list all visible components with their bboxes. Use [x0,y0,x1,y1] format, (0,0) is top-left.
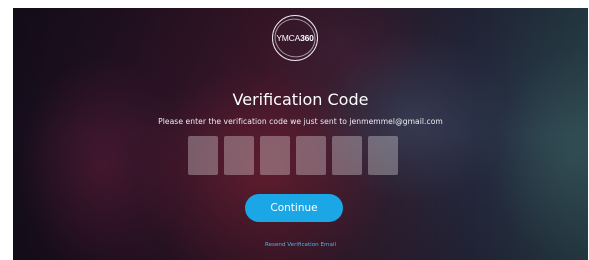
ymca360-logo: YMCA 360 [269,13,321,63]
verification-screen: YMCA 360 Verification Code Please enter t… [13,8,588,260]
code-digit-input-4[interactable] [296,136,326,175]
code-digit-input-3[interactable] [260,136,290,175]
page-title: Verification Code [232,90,369,109]
continue-button[interactable]: Continue [245,194,343,222]
instructions-text: Please enter the verification code we ju… [158,117,443,126]
code-digit-input-6[interactable] [368,136,398,175]
resend-verification-link[interactable]: Resend Verification Email [13,242,588,248]
code-digit-input-2[interactable] [224,136,254,175]
code-input-group [188,136,398,175]
code-digit-input-1[interactable] [188,136,218,175]
code-digit-input-5[interactable] [332,136,362,175]
